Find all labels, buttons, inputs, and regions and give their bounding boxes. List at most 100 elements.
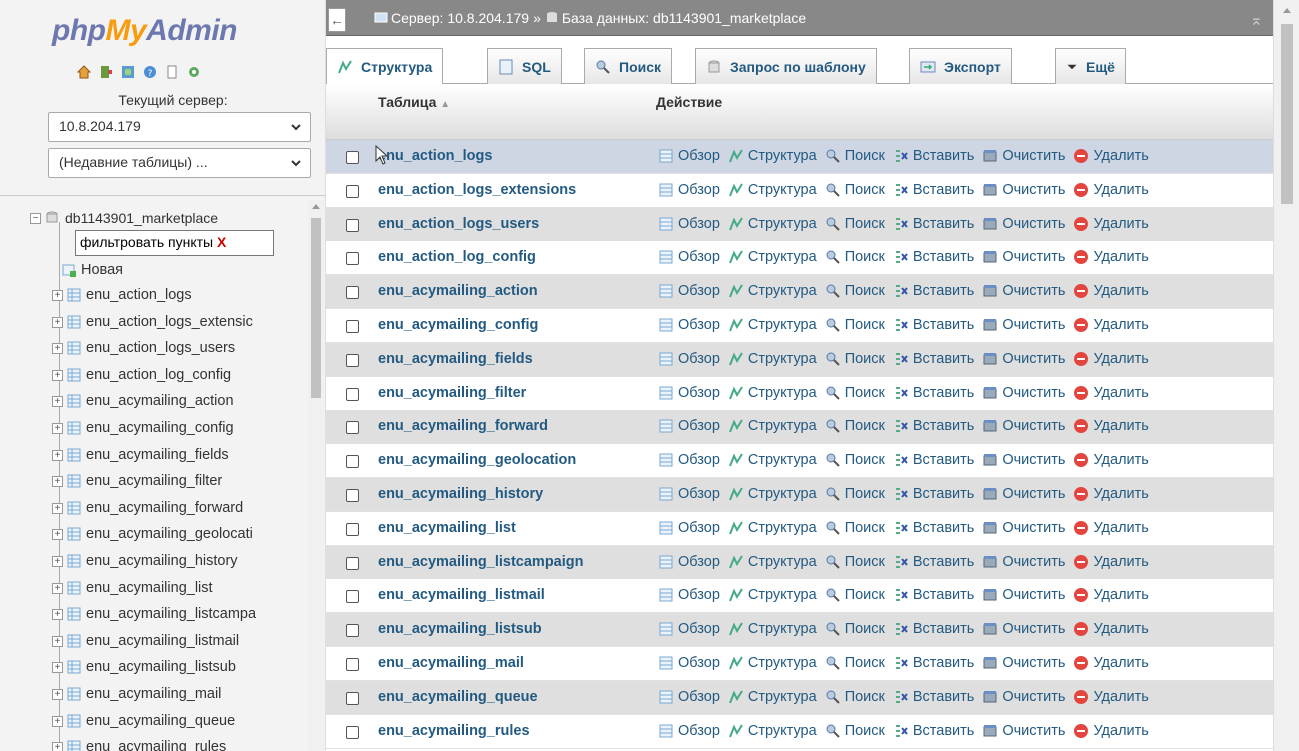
browse-link[interactable]: Обзор <box>658 351 720 367</box>
tree-table-item[interactable]: + enu_acymailing_queue <box>52 709 235 733</box>
row-checkbox[interactable] <box>346 523 359 536</box>
tree-new-table[interactable]: Новая <box>62 258 123 282</box>
drop-link[interactable]: Удалить <box>1073 148 1149 164</box>
expand-icon[interactable]: + <box>52 608 63 620</box>
insert-link[interactable]: Вставить <box>893 587 974 603</box>
table-row[interactable]: enu_action_log_config Обзор Структура Поиск… <box>326 241 1273 275</box>
empty-link[interactable]: Очистить <box>982 689 1065 705</box>
table-row[interactable]: enu_acymailing_listmail Обзор Структура Пои… <box>326 579 1273 613</box>
search-link[interactable]: Поиск <box>825 621 885 637</box>
empty-link[interactable]: Очистить <box>982 655 1065 671</box>
empty-link[interactable]: Очистить <box>982 249 1065 265</box>
row-checkbox[interactable] <box>346 185 359 198</box>
table-row[interactable]: enu_acymailing_action Обзор Структура Поиск… <box>326 275 1273 309</box>
search-link[interactable]: Поиск <box>825 182 885 198</box>
table-name-link[interactable]: enu_acymailing_filter <box>378 385 526 401</box>
table-row[interactable]: enu_acymailing_fields Обзор Структура Поиск… <box>326 343 1273 377</box>
drop-link[interactable]: Удалить <box>1073 689 1149 705</box>
drop-link[interactable]: Удалить <box>1073 385 1149 401</box>
tree-table-item[interactable]: + enu_acymailing_geolocati <box>52 522 253 546</box>
collapse-icon[interactable]: ⌅ <box>1250 10 1263 30</box>
expand-icon[interactable]: + <box>52 449 63 461</box>
logout-icon[interactable] <box>98 64 114 80</box>
structure-link[interactable]: Структура <box>728 216 817 232</box>
table-name-link[interactable]: enu_acymailing_history <box>378 486 543 502</box>
insert-link[interactable]: Вставить <box>893 689 974 705</box>
home-icon[interactable] <box>76 64 92 80</box>
row-checkbox[interactable] <box>346 421 359 434</box>
browse-link[interactable]: Обзор <box>658 317 720 333</box>
browse-link[interactable]: Обзор <box>658 621 720 637</box>
table-row[interactable]: enu_acymailing_list Обзор Структура Поиск Вс… <box>326 512 1273 546</box>
expand-icon[interactable]: + <box>52 316 63 328</box>
expand-icon[interactable]: + <box>52 741 63 751</box>
table-name-link[interactable]: enu_acymailing_fields <box>378 351 533 367</box>
insert-link[interactable]: Вставить <box>893 723 974 739</box>
row-checkbox[interactable] <box>346 590 359 603</box>
search-link[interactable]: Поиск <box>825 249 885 265</box>
drop-link[interactable]: Удалить <box>1073 351 1149 367</box>
tab-export[interactable]: Экспорт <box>909 48 1012 84</box>
tree-table-item[interactable]: + enu_acymailing_list <box>52 576 213 600</box>
structure-link[interactable]: Структура <box>728 486 817 502</box>
tree-table-item[interactable]: + enu_acymailing_forward <box>52 496 243 520</box>
search-link[interactable]: Поиск <box>825 385 885 401</box>
structure-link[interactable]: Структура <box>728 621 817 637</box>
table-row[interactable]: enu_acymailing_mail Обзор Структура Поиск Вс… <box>326 647 1273 681</box>
tree-table-item[interactable]: + enu_acymailing_listsub <box>52 655 236 679</box>
table-name-link[interactable]: enu_acymailing_action <box>378 283 538 299</box>
help-icon[interactable]: ? <box>142 64 158 80</box>
search-link[interactable]: Поиск <box>825 148 885 164</box>
expand-icon[interactable]: + <box>52 715 63 727</box>
recent-tables-select[interactable]: (Недавние таблицы) ... <box>48 148 311 178</box>
structure-link[interactable]: Структура <box>728 520 817 536</box>
clear-filter-icon[interactable]: X <box>217 234 226 250</box>
expand-icon[interactable]: + <box>52 528 63 540</box>
search-link[interactable]: Поиск <box>825 655 885 671</box>
browse-link[interactable]: Обзор <box>658 385 720 401</box>
row-checkbox[interactable] <box>346 219 359 232</box>
row-checkbox[interactable] <box>346 489 359 502</box>
expand-icon[interactable]: + <box>52 422 63 434</box>
table-row[interactable]: enu_acymailing_listcampaign Обзор Структур… <box>326 546 1273 580</box>
collapse-panel-button[interactable]: ← <box>328 8 346 32</box>
search-link[interactable]: Поиск <box>825 351 885 367</box>
browse-link[interactable]: Обзор <box>658 148 720 164</box>
tree-table-item[interactable]: + enu_acymailing_config <box>52 416 234 440</box>
browse-link[interactable]: Обзор <box>658 283 720 299</box>
insert-link[interactable]: Вставить <box>893 148 974 164</box>
expand-icon[interactable]: + <box>52 289 63 301</box>
tree-table-item[interactable]: + enu_acymailing_history <box>52 549 238 573</box>
table-row[interactable]: enu_action_logs_users Обзор Структура Поиск… <box>326 208 1273 242</box>
structure-link[interactable]: Структура <box>728 283 817 299</box>
row-checkbox[interactable] <box>346 388 359 401</box>
row-checkbox[interactable] <box>346 320 359 333</box>
browse-link[interactable]: Обзор <box>658 418 720 434</box>
row-checkbox[interactable] <box>346 692 359 705</box>
structure-link[interactable]: Структура <box>728 418 817 434</box>
search-link[interactable]: Поиск <box>825 216 885 232</box>
tree-table-item[interactable]: + enu_action_logs_extensic <box>52 310 253 334</box>
tree-table-item[interactable]: + enu_acymailing_listmail <box>52 629 239 653</box>
browse-link[interactable]: Обзор <box>658 249 720 265</box>
expand-icon[interactable]: + <box>52 395 63 407</box>
drop-link[interactable]: Удалить <box>1073 283 1149 299</box>
tree-table-item[interactable]: + enu_action_logs <box>52 283 192 307</box>
row-checkbox[interactable] <box>346 252 359 265</box>
browse-link[interactable]: Обзор <box>658 182 720 198</box>
breadcrumb-database[interactable]: База данных: db1143901_marketplace <box>562 10 806 26</box>
empty-link[interactable]: Очистить <box>982 621 1065 637</box>
structure-link[interactable]: Структура <box>728 452 817 468</box>
insert-link[interactable]: Вставить <box>893 216 974 232</box>
table-name-link[interactable]: enu_acymailing_listsub <box>378 621 542 637</box>
structure-link[interactable]: Структура <box>728 587 817 603</box>
drop-link[interactable]: Удалить <box>1073 249 1149 265</box>
search-link[interactable]: Поиск <box>825 554 885 570</box>
table-name-link[interactable]: enu_acymailing_mail <box>378 655 524 671</box>
table-row[interactable]: enu_acymailing_geolocation Обзор Структура… <box>326 444 1273 478</box>
table-row[interactable]: enu_acymailing_config Обзор Структура Поиск… <box>326 309 1273 343</box>
expand-icon[interactable]: + <box>52 688 63 700</box>
search-link[interactable]: Поиск <box>825 587 885 603</box>
breadcrumb-server[interactable]: Сервер: 10.8.204.179 <box>391 10 529 26</box>
structure-link[interactable]: Структура <box>728 317 817 333</box>
